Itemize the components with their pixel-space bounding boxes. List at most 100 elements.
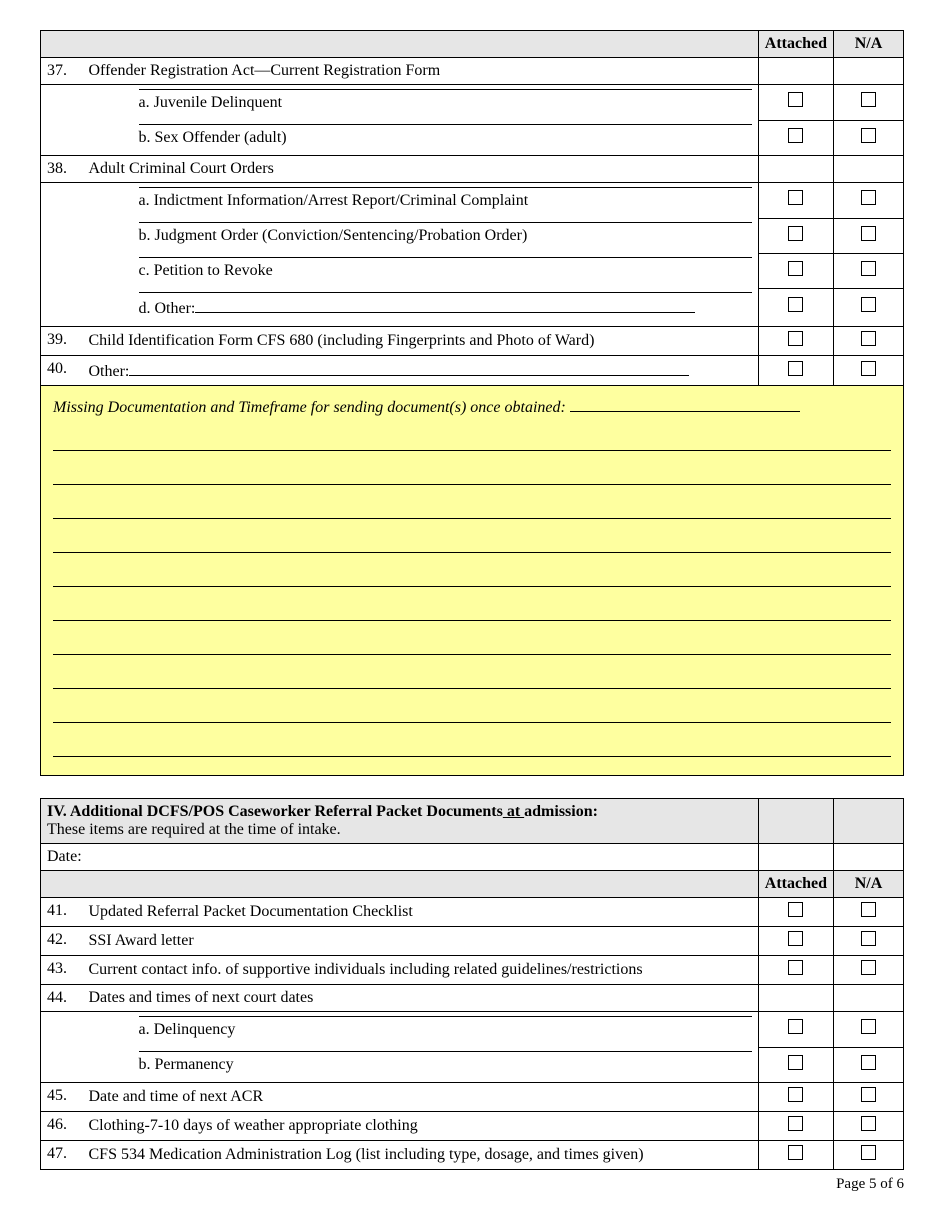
na-cell [834,183,904,219]
checkbox[interactable] [788,1087,803,1102]
na-cell [834,1141,904,1170]
na-cell [834,327,904,356]
checkbox[interactable] [788,960,803,975]
sub-row: b. Judgment Order (Conviction/Sentencing… [41,218,904,253]
table-row: 45.Date and time of next ACR [41,1083,904,1112]
attached-cell [758,1083,833,1112]
note-line[interactable] [53,595,891,621]
section4-header: IV. Additional DCFS/POS Caseworker Refer… [41,799,904,844]
table-row: 37.Offender Registration Act—Current Reg… [41,58,904,85]
checkbox[interactable] [788,261,803,276]
row-description: Dates and times of next court dates [83,985,759,1012]
na-cell [834,156,904,183]
row-number: 47. [41,1141,83,1170]
na-cell [834,1083,904,1112]
note-line[interactable] [53,629,891,655]
attached-cell [758,183,833,219]
checkbox[interactable] [861,128,876,143]
section4-title-prefix: IV. Additional DCFS/POS Caseworker Refer… [47,803,503,820]
note-line[interactable] [53,527,891,553]
checkbox[interactable] [788,1055,803,1070]
note-line[interactable] [53,663,891,689]
checkbox[interactable] [861,1087,876,1102]
checkbox[interactable] [861,960,876,975]
section4-title-suffix: admission: [524,803,598,820]
note-line[interactable] [53,697,891,723]
checkbox[interactable] [788,128,803,143]
checkbox[interactable] [788,190,803,205]
row-number: 43. [41,956,83,985]
table-row: 39.Child Identification Form CFS 680 (in… [41,327,904,356]
na-cell [834,985,904,1012]
na-cell [834,253,904,288]
checkbox[interactable] [861,1019,876,1034]
note-line[interactable] [53,493,891,519]
sub-description: b. Permanency [139,1051,752,1078]
sub-row: a. Indictment Information/Arrest Report/… [41,183,904,219]
date-label: Date: [41,844,759,871]
fill-line[interactable] [195,297,695,313]
checkbox[interactable] [861,361,876,376]
na-cell [834,120,904,156]
row-number: 42. [41,927,83,956]
checkbox[interactable] [861,261,876,276]
checkbox[interactable] [788,902,803,917]
checkbox[interactable] [861,902,876,917]
na-cell [834,1012,904,1048]
note-line[interactable] [53,561,891,587]
na-cell [834,956,904,985]
table-row: 41.Updated Referral Packet Documentation… [41,898,904,927]
note-line[interactable] [53,731,891,757]
attached-cell [758,956,833,985]
sub-description: b. Sex Offender (adult) [139,124,752,151]
sub-row: a. Juvenile Delinquent [41,85,904,121]
checkbox[interactable] [861,1116,876,1131]
checkbox[interactable] [788,1019,803,1034]
checkbox[interactable] [788,297,803,312]
row-description: Offender Registration Act—Current Regist… [83,58,759,85]
attached-cell [758,288,833,327]
sub-row: c. Petition to Revoke [41,253,904,288]
table-row: 46.Clothing-7-10 days of weather appropr… [41,1112,904,1141]
checkbox[interactable] [861,1145,876,1160]
row-description: Adult Criminal Court Orders [83,156,759,183]
attached-cell [758,927,833,956]
checkbox[interactable] [788,226,803,241]
note-line[interactable] [53,459,891,485]
checkbox[interactable] [861,226,876,241]
attached-cell [758,85,833,121]
sub-description: a. Juvenile Delinquent [139,89,752,116]
checkbox[interactable] [861,190,876,205]
attached-cell [758,1141,833,1170]
checkbox[interactable] [788,1145,803,1160]
table-row: 42.SSI Award letter [41,927,904,956]
fill-line[interactable] [129,360,689,376]
missing-doc-fill-inline[interactable] [570,396,800,412]
sub-description: c. Petition to Revoke [139,257,752,284]
checkbox[interactable] [861,931,876,946]
checkbox[interactable] [788,931,803,946]
checkbox[interactable] [861,1055,876,1070]
header-attached: Attached [758,31,833,58]
table-row: 38.Adult Criminal Court Orders [41,156,904,183]
checkbox[interactable] [788,1116,803,1131]
row-number: 39. [41,327,83,356]
header-na-2: N/A [834,871,904,898]
header-row-2: Attached N/A [41,871,904,898]
checkbox[interactable] [788,92,803,107]
checkbox[interactable] [861,297,876,312]
checkbox[interactable] [861,92,876,107]
sub-description: a. Indictment Information/Arrest Report/… [139,187,752,214]
na-cell [834,1047,904,1083]
checkbox[interactable] [788,331,803,346]
attached-cell [758,218,833,253]
note-line[interactable] [53,425,891,451]
attached-cell [758,58,833,85]
na-cell [834,1112,904,1141]
checklist-table-1: Attached N/A 37.Offender Registration Ac… [40,30,904,386]
checkbox[interactable] [788,361,803,376]
header-attached-2: Attached [758,871,833,898]
checkbox[interactable] [861,331,876,346]
table-row: 43.Current contact info. of supportive i… [41,956,904,985]
row-description: Child Identification Form CFS 680 (inclu… [83,327,759,356]
